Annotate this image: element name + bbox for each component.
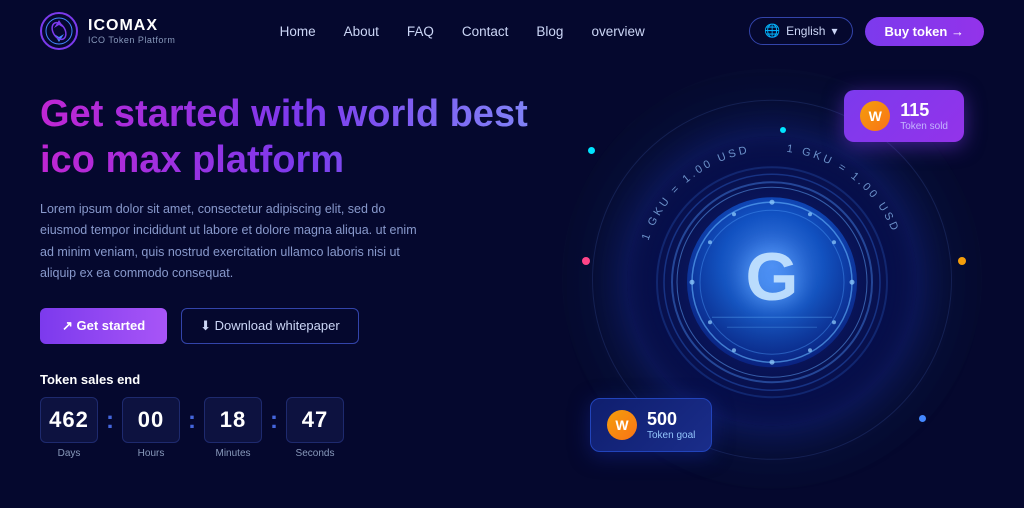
language-button[interactable]: 🌐 English ▾ xyxy=(749,17,853,45)
nav-blog[interactable]: Blog xyxy=(536,24,563,39)
get-started-button[interactable]: ↗ Get started xyxy=(40,308,167,344)
token-sold-info: 115 Token sold xyxy=(900,100,948,132)
nav-right: 🌐 English ▾ Buy token → xyxy=(749,17,984,46)
token-sold-label: Token sold xyxy=(900,121,948,132)
nav-contact[interactable]: Contact xyxy=(462,24,509,39)
brand-tagline: ICO Token Platform xyxy=(88,35,175,45)
dot-bottom-right xyxy=(919,415,926,422)
token-goal-label: Token goal xyxy=(647,430,695,441)
separator-3: : xyxy=(270,407,278,435)
countdown-timer: 462 Days : 00 Hours : 18 Minutes : 47 Se… xyxy=(40,397,560,459)
token-sales-label: Token sales end xyxy=(40,372,560,387)
main-content: Get started with world best ico max plat… xyxy=(0,62,1024,502)
buy-token-button[interactable]: Buy token → xyxy=(865,17,984,46)
button-group: ↗ Get started ⬇ Download whitepaper xyxy=(40,308,560,344)
token-sold-number: 115 xyxy=(900,100,948,121)
coin-area: 1 GKU = 1.00 USD 1 GKU = 1.00 USD xyxy=(560,72,984,502)
token-sold-icon: W xyxy=(860,101,890,131)
dot-left-mid xyxy=(582,257,590,265)
download-whitepaper-button[interactable]: ⬇ Download whitepaper xyxy=(181,308,359,344)
seconds-label: Seconds xyxy=(296,448,335,459)
globe-icon: 🌐 xyxy=(764,23,780,39)
nav-overview[interactable]: overview xyxy=(591,24,644,39)
minutes-value: 18 xyxy=(204,397,262,443)
days-block: 462 Days xyxy=(40,397,98,459)
svg-text:1 GKU = 1.00 USD 1 GKU =: 1 GKU = 1.00 USD 1 GKU = 1.00 USD xyxy=(640,142,902,242)
token-goal-card: W 500 Token goal xyxy=(590,398,712,452)
token-goal-icon: W xyxy=(607,410,637,440)
lang-label: English xyxy=(786,24,825,38)
minutes-block: 18 Minutes xyxy=(204,397,262,459)
hours-value: 00 xyxy=(122,397,180,443)
nav-faq[interactable]: FAQ xyxy=(407,24,434,39)
dot-top-left xyxy=(588,147,595,154)
minutes-label: Minutes xyxy=(215,448,250,459)
token-goal-number: 500 xyxy=(647,409,695,430)
hero-description: Lorem ipsum dolor sit amet, consectetur … xyxy=(40,199,420,284)
logo-area[interactable]: ICOMAX ICO Token Platform xyxy=(40,12,175,50)
orbit-text-svg: 1 GKU = 1.00 USD 1 GKU = 1.00 USD xyxy=(622,131,922,431)
days-label: Days xyxy=(58,448,81,459)
seconds-block: 47 Seconds xyxy=(286,397,344,459)
days-value: 462 xyxy=(40,397,98,443)
nav-links: Home About FAQ Contact Blog overview xyxy=(280,24,645,39)
logo-icon xyxy=(40,12,78,50)
seconds-value: 47 xyxy=(286,397,344,443)
dot-right-mid xyxy=(958,257,966,265)
navbar: ICOMAX ICO Token Platform Home About FAQ… xyxy=(0,0,1024,62)
logo-text: ICOMAX ICO Token Platform xyxy=(88,17,175,45)
token-sold-card: W 115 Token sold xyxy=(844,90,964,142)
separator-2: : xyxy=(188,407,196,435)
left-content: Get started with world best ico max plat… xyxy=(40,72,560,502)
hero-title: Get started with world best ico max plat… xyxy=(40,92,560,183)
separator-1: : xyxy=(106,407,114,435)
nav-home[interactable]: Home xyxy=(280,24,316,39)
chevron-down-icon: ▾ xyxy=(831,24,837,38)
token-goal-info: 500 Token goal xyxy=(647,409,695,441)
token-sales-section: Token sales end 462 Days : 00 Hours : 18… xyxy=(40,372,560,459)
hours-block: 00 Hours xyxy=(122,397,180,459)
nav-about[interactable]: About xyxy=(344,24,379,39)
hours-label: Hours xyxy=(138,448,165,459)
brand-name: ICOMAX xyxy=(88,17,175,35)
